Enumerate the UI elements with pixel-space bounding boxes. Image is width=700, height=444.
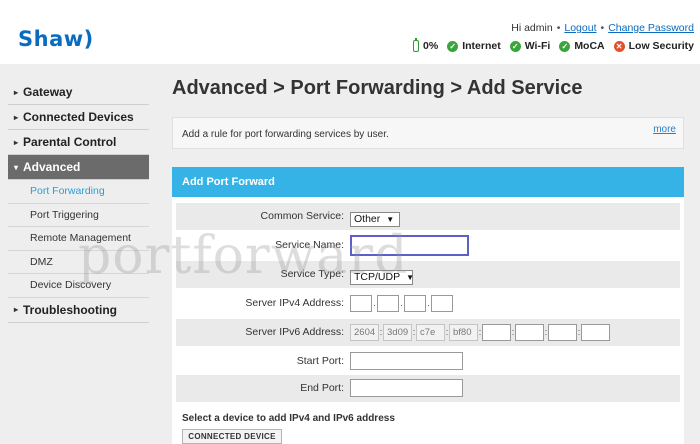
ipv6-fields: 2604:3d09: c7e: bf80:::: — [350, 324, 610, 342]
top-header: Shaw) Hi admin • Logout • Change Password 0%… — [0, 0, 700, 64]
sidebar-subitem-dmz[interactable]: DMZ — [8, 251, 149, 274]
ipv6-group-5-input[interactable] — [482, 324, 511, 341]
greeting: Hi admin — [511, 22, 553, 34]
separator-dot: • — [600, 22, 605, 34]
ipv6-group-2-field: 3d09 — [383, 324, 412, 341]
sidebar-subitem-remote-management[interactable]: Remote Management — [8, 227, 149, 251]
server-ipv4-label: Server IPv4 Address: — [245, 297, 344, 309]
ipv6-group-7-input[interactable] — [548, 324, 577, 341]
chevron-right-icon: ▸ — [14, 112, 19, 122]
sidebar-item-connected-devices[interactable]: ▸ Connected Devices — [8, 105, 149, 130]
sidebar-item-label: Parental Control — [23, 135, 117, 149]
chevron-right-icon: ▸ — [14, 87, 19, 97]
chevron-right-icon: ▸ — [14, 305, 19, 314]
ipv4-octet-3-input[interactable] — [404, 295, 426, 312]
sidebar-item-label: Connected Devices — [23, 110, 134, 124]
ipv4-fields: ... — [350, 295, 453, 313]
logout-link[interactable]: Logout — [564, 22, 596, 34]
moca-status: ✓ MoCA — [559, 40, 605, 52]
sidebar-item-parental-control[interactable]: ▸ Parental Control — [8, 130, 149, 155]
start-port-label: Start Port: — [296, 355, 344, 367]
battery-icon — [413, 38, 420, 52]
chevron-down-icon: ▼ — [386, 215, 395, 224]
sidebar-item-label: Advanced — [23, 160, 81, 174]
service-type-value: TCP/UDP — [354, 271, 401, 283]
wifi-status: ✓ Wi-Fi — [509, 40, 551, 52]
security-label: Low Security — [628, 40, 694, 52]
service-name-input[interactable] — [350, 235, 469, 256]
sidebar-subitem-port-forwarding[interactable]: Port Forwarding — [8, 180, 149, 204]
sidebar-item-troubleshooting[interactable]: ▸ Troubleshooting — [8, 298, 149, 323]
shaw-logo: Shaw) — [18, 27, 94, 51]
moca-label: MoCA — [574, 40, 605, 52]
end-port-control — [350, 379, 463, 397]
info-box: Add a rule for port forwarding services … — [172, 117, 684, 149]
wifi-label: Wi-Fi — [524, 40, 551, 52]
end-port-input[interactable] — [350, 379, 463, 397]
sidebar-item-label: Gateway — [23, 85, 73, 99]
battery-label: 0% — [423, 40, 439, 52]
sidebar-subitem-port-triggering[interactable]: Port Triggering — [8, 204, 149, 227]
common-service-label: Common Service: — [260, 210, 344, 222]
start-port-control — [350, 352, 463, 370]
internet-status: ✓ Internet — [447, 40, 501, 52]
common-service-control: Other ▼ — [350, 209, 400, 227]
ipv4-octet-4-input[interactable] — [431, 295, 453, 312]
ipv6-group-1-field: 2604 — [350, 324, 379, 341]
sidebar-nav: ▸ Gateway ▸ Connected Devices ▸ Parental Co… — [8, 80, 149, 323]
ipv4-octet-1-input[interactable] — [350, 295, 372, 312]
common-service-row: Common Service: Other ▼ — [176, 203, 680, 230]
service-type-row: Service Type: TCP/UDP ▼ — [176, 261, 680, 288]
page-title: Advanced > Port Forwarding > Add Service — [172, 77, 583, 99]
panel-header: Add Port Forward — [172, 167, 684, 197]
separator-dot: • — [556, 22, 561, 34]
sidebar-item-gateway[interactable]: ▸ Gateway — [8, 80, 149, 105]
chevron-down-icon: ▾ — [14, 162, 19, 172]
service-name-control — [350, 235, 469, 256]
ipv6-group-4-field: bf80 — [449, 324, 478, 341]
add-port-forward-panel: Add Port Forward Common Service: Other ▼ … — [172, 167, 684, 444]
chevron-down-icon: ▼ — [406, 273, 415, 282]
ipv6-group-3-field: c7e — [416, 324, 445, 341]
service-type-label: Service Type: — [280, 268, 344, 280]
start-port-row: Start Port: — [176, 348, 680, 375]
change-password-link[interactable]: Change Password — [608, 22, 694, 34]
security-status: ✕ Low Security — [613, 40, 694, 52]
check-icon: ✓ — [447, 40, 459, 52]
sidebar-item-label: Troubleshooting — [23, 302, 118, 317]
end-port-label: End Port: — [300, 382, 344, 394]
user-links: Hi admin • Logout • Change Password — [511, 22, 694, 34]
start-port-input[interactable] — [350, 352, 463, 370]
check-icon: ✓ — [509, 40, 521, 52]
service-type-control: TCP/UDP ▼ — [350, 267, 415, 285]
internet-label: Internet — [462, 40, 501, 52]
sidebar-item-advanced[interactable]: ▾ Advanced — [8, 155, 149, 180]
service-name-label: Service Name: — [275, 239, 344, 251]
status-bar: 0% ✓ Internet ✓ Wi-Fi ✓ MoCA ✕ Low Security — [413, 38, 694, 52]
info-text: Add a rule for port forwarding services … — [182, 129, 389, 140]
service-type-select[interactable]: TCP/UDP ▼ — [350, 270, 415, 285]
ipv6-group-6-input[interactable] — [515, 324, 544, 341]
common-service-value: Other — [354, 213, 381, 225]
sidebar-subitem-device-discovery[interactable]: Device Discovery — [8, 274, 149, 298]
service-name-row: Service Name: — [176, 232, 680, 259]
device-prompt-text: Select a device to add IPv4 and IPv6 add… — [182, 413, 395, 424]
connected-device-button[interactable]: CONNECTED DEVICE — [182, 429, 282, 444]
more-link[interactable]: more — [653, 124, 676, 135]
server-ipv6-label: Server IPv6 Address: — [245, 326, 344, 338]
warning-x-icon: ✕ — [613, 40, 625, 52]
battery-status: 0% — [413, 38, 439, 52]
ipv4-octet-2-input[interactable] — [377, 295, 399, 312]
server-ipv4-row: Server IPv4 Address: ... — [176, 290, 680, 317]
ipv6-group-8-input[interactable] — [581, 324, 610, 341]
common-service-select[interactable]: Other ▼ — [350, 212, 400, 227]
chevron-right-icon: ▸ — [14, 137, 19, 147]
server-ipv6-row: Server IPv6 Address: 2604:3d09: c7e: bf80:… — [176, 319, 680, 346]
end-port-row: End Port: — [176, 375, 680, 402]
check-icon: ✓ — [559, 40, 571, 52]
